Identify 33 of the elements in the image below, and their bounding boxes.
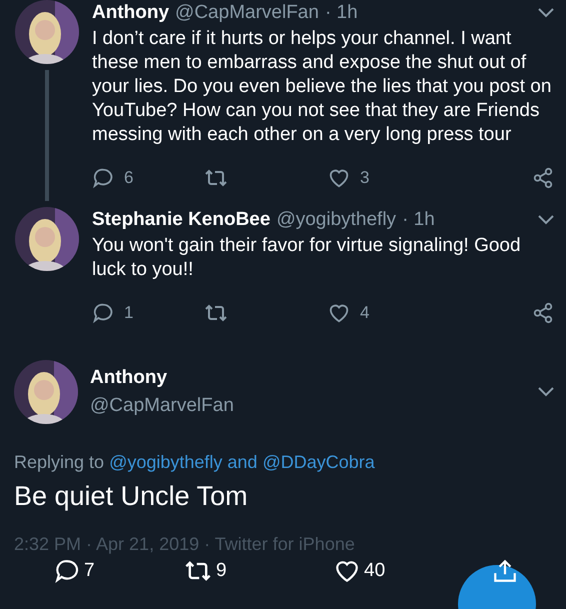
user-handle: @yogibythefly [276, 209, 396, 231]
chevron-down-icon[interactable] [538, 387, 554, 397]
mention-link[interactable]: @yogibythefly and @DDayCobra [109, 452, 375, 472]
timestamp: · 1h [402, 209, 435, 231]
timestamp: 2:32 PM · Apr 21, 2019 · Twitter for iPhone [14, 534, 356, 555]
like-count: 40 [364, 560, 386, 582]
reply-icon[interactable] [92, 167, 114, 189]
tweet-text: I don’t care if it hurts or helps your channel. I want these men to embarrass and expose the shut out of your lies. Do you even believe the lies that you post on YouTube? How can you not see that they are Friends messing with each other on a very long press tour [92, 27, 552, 147]
reply-icon[interactable] [92, 302, 114, 324]
chevron-down-icon[interactable] [538, 215, 554, 225]
reply-count: 7 [84, 560, 95, 582]
reply-icon[interactable] [54, 558, 80, 584]
heart-icon[interactable] [328, 302, 350, 324]
reply-count: 6 [124, 168, 134, 188]
timestamp: · 1h [324, 2, 358, 24]
user-name: Stephanie KenoBee [92, 209, 270, 231]
tweet-text: Be quiet Uncle Tom [14, 481, 249, 512]
user-handle: @CapMarvelFan [175, 2, 319, 24]
retweet-count: 9 [216, 560, 227, 582]
reply-count: 1 [124, 303, 134, 323]
share-icon[interactable] [532, 302, 554, 324]
heart-icon[interactable] [328, 167, 350, 189]
share-icon[interactable] [532, 167, 554, 189]
user-name: Anthony [92, 2, 170, 24]
user-name: Anthony [90, 367, 168, 389]
heart-icon[interactable] [334, 558, 360, 584]
like-count: 4 [360, 303, 370, 323]
chevron-down-icon[interactable] [538, 8, 554, 18]
like-count: 3 [360, 168, 370, 188]
share-icon[interactable] [492, 558, 518, 584]
replying-label: Replying to [14, 452, 104, 472]
tweet-text: You won't gain their favor for virtue signaling! Good luck to you!! [92, 234, 522, 282]
user-handle: @CapMarvelFan [90, 395, 235, 417]
